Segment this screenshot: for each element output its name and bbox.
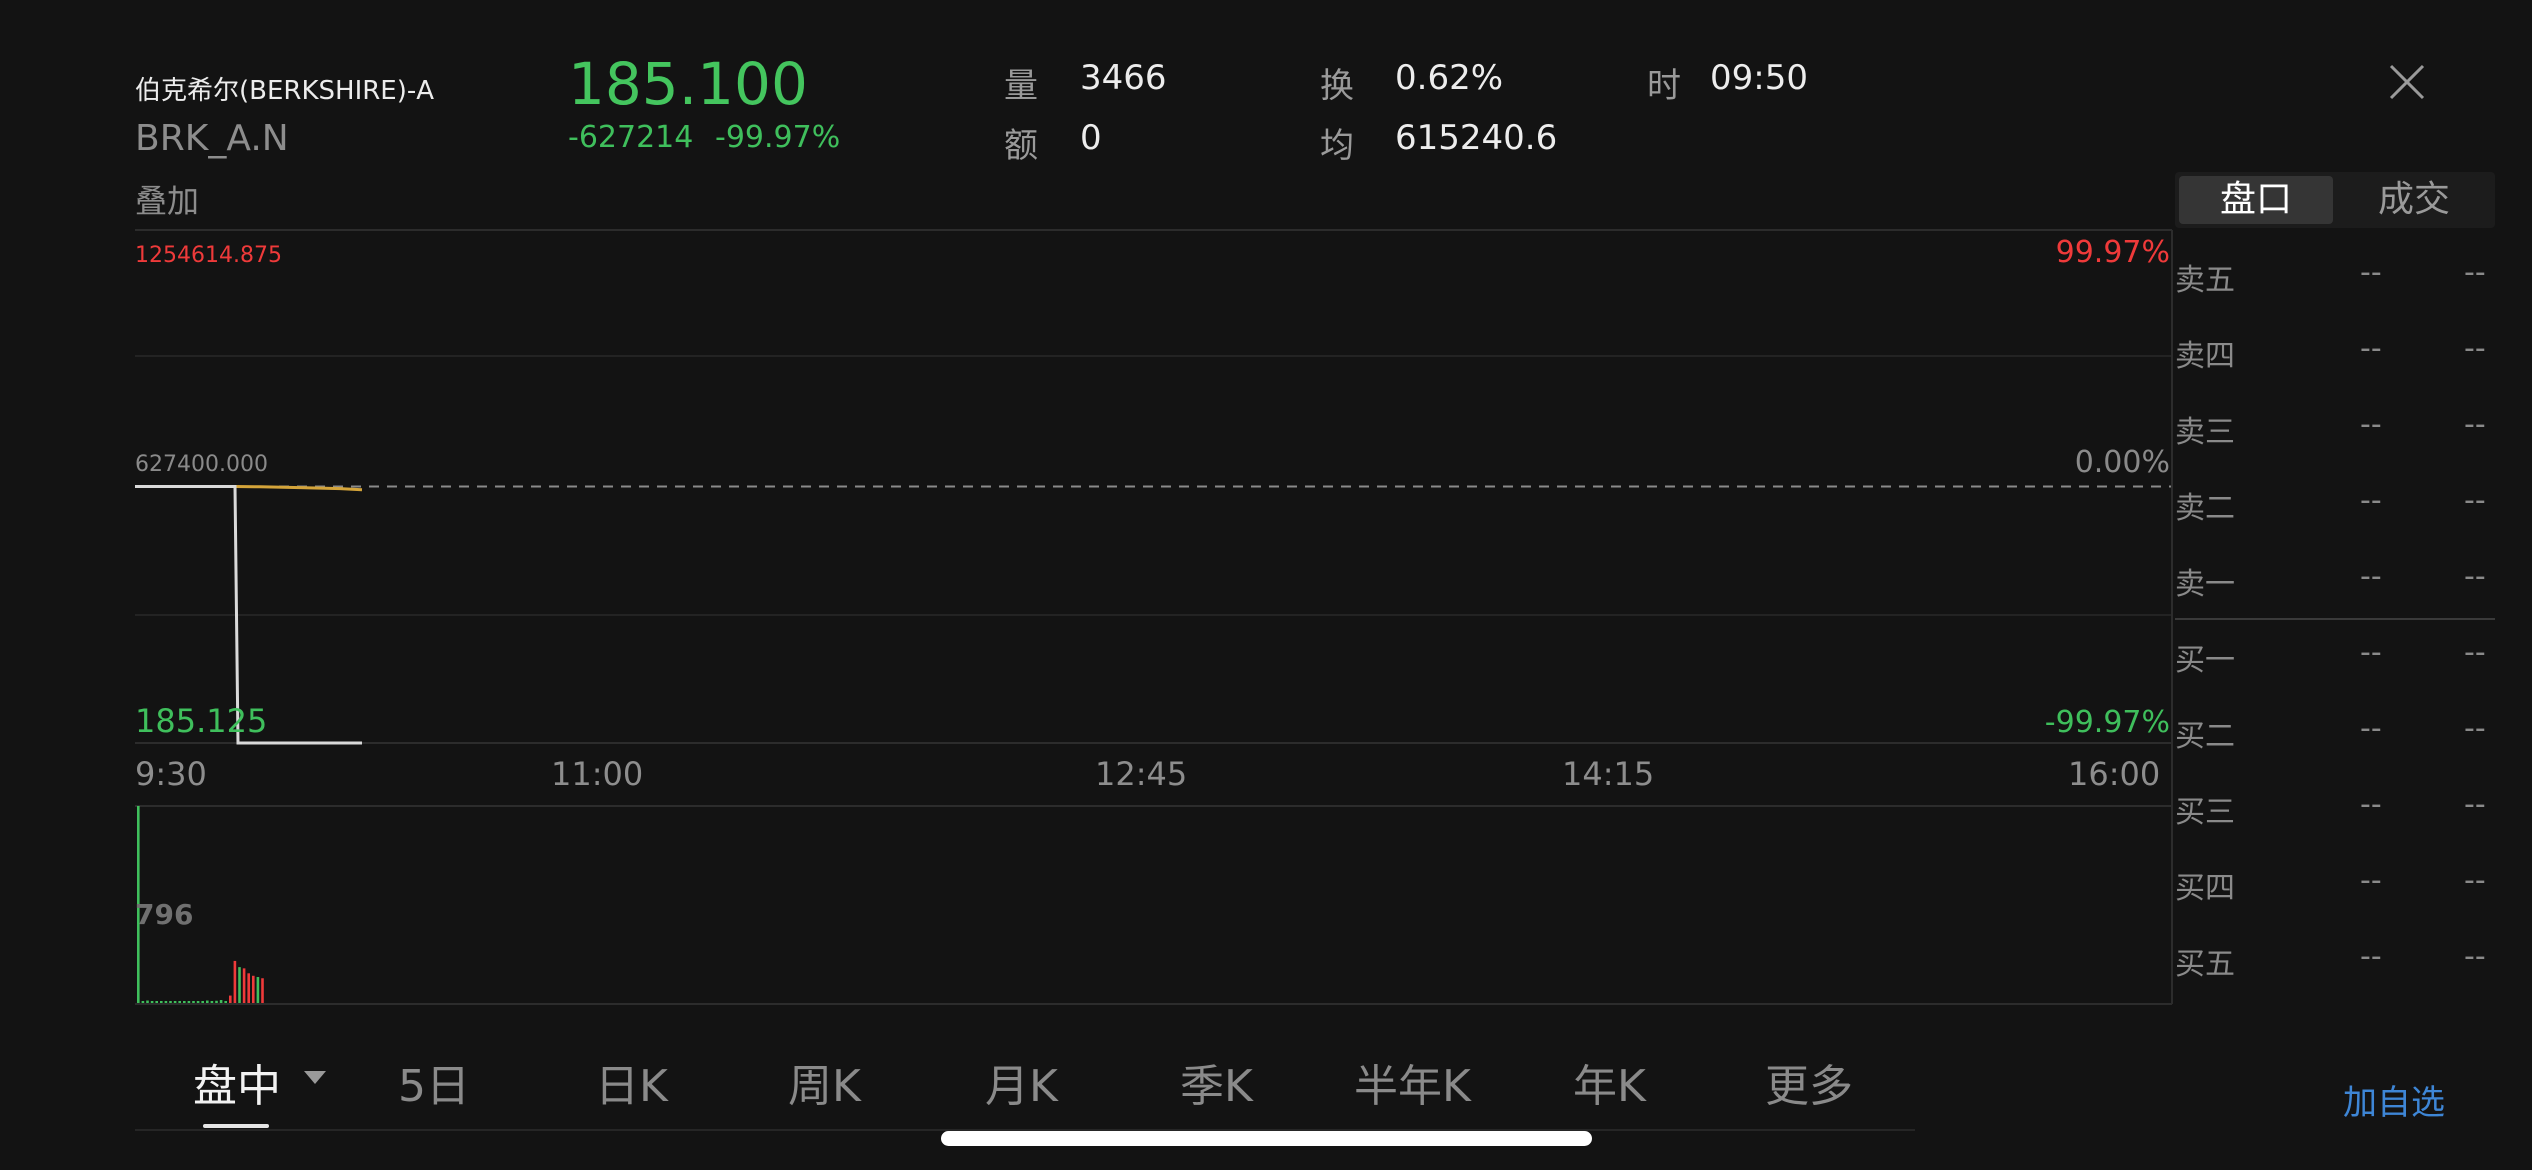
chevron-down-icon[interactable]: [304, 1071, 326, 1084]
volume-bar: [224, 1001, 227, 1003]
ask-label: 卖二: [2175, 491, 2235, 526]
home-indicator[interactable]: [941, 1131, 1592, 1146]
volume-bar: [146, 1000, 149, 1003]
volume-bar: [187, 1001, 191, 1003]
x-tick-label: 16:00: [2068, 755, 2161, 793]
volume-bar: [238, 967, 241, 1003]
bid-price: --: [2360, 863, 2382, 898]
bid-volume: --: [2464, 635, 2486, 670]
bid-label: 买三: [2175, 795, 2235, 830]
ask-price: --: [2360, 559, 2382, 594]
period-tab-more[interactable]: 更多: [1765, 1050, 1853, 1114]
volume-bar: [178, 1001, 181, 1003]
period-tab-5day[interactable]: 5日: [398, 1050, 470, 1114]
volume-bar: [261, 978, 264, 1003]
period-tab-daily[interactable]: 日K: [595, 1050, 668, 1114]
volume-bar: [201, 1001, 204, 1003]
ask-label: 卖一: [2175, 567, 2235, 602]
volume-bar: [196, 1001, 200, 1003]
volume-bar: [150, 1001, 154, 1003]
ask-label: 卖四: [2175, 339, 2235, 374]
pct-mid-label: 0.00%: [2074, 445, 2170, 480]
x-tick-label: 9:30: [135, 755, 207, 793]
ask-row: 卖二 -- --: [2175, 483, 2495, 526]
ask-volume: --: [2464, 483, 2486, 518]
period-tab-monthly[interactable]: 月K: [985, 1050, 1058, 1114]
period-tab-yearly[interactable]: 年K: [1573, 1050, 1646, 1114]
period-tab-weekly[interactable]: 周K: [788, 1050, 861, 1114]
volume-bar: [247, 973, 250, 1003]
ask-volume: --: [2464, 559, 2486, 594]
tab-orderbook[interactable]: 盘口: [2179, 176, 2333, 224]
ask-price: --: [2360, 407, 2382, 442]
bid-price: --: [2360, 635, 2382, 670]
bid-row: 买一 -- --: [2175, 635, 2495, 678]
period-tab-intraday[interactable]: 盘中: [193, 1050, 281, 1114]
active-period-underline: [203, 1124, 269, 1128]
volume-bar: [183, 1001, 186, 1003]
volume-bar: [256, 977, 260, 1003]
x-tick-label: 11:00: [551, 755, 644, 793]
bid-row: 买五 -- --: [2175, 939, 2495, 982]
ask-label: 卖五: [2175, 263, 2235, 298]
bid-row: 买三 -- --: [2175, 787, 2495, 830]
volume-bar: [229, 995, 232, 1003]
volume-bar: [173, 1001, 177, 1003]
bid-label: 买四: [2175, 871, 2235, 906]
volume-bar: [160, 1001, 163, 1003]
period-tab-halfyear[interactable]: 半年K: [1354, 1050, 1471, 1114]
ask-row: 卖三 -- --: [2175, 407, 2495, 450]
bid-volume: --: [2464, 863, 2486, 898]
chart-grid: [135, 229, 2173, 1005]
add-to-watchlist-button[interactable]: 加自选: [2343, 1075, 2445, 1124]
ask-price: --: [2360, 255, 2382, 290]
orderbook-tabs: 盘口 成交: [2175, 172, 2495, 228]
period-tab-quarterly[interactable]: 季K: [1180, 1050, 1253, 1114]
ask-price: --: [2360, 483, 2382, 518]
y-min-label: 185.125: [135, 702, 268, 740]
ask-row: 卖五 -- --: [2175, 255, 2495, 298]
bid-price: --: [2360, 939, 2382, 974]
orderbook-divider: [2175, 618, 2495, 620]
ask-label: 卖三: [2175, 415, 2235, 450]
bid-label: 买一: [2175, 643, 2235, 678]
ask-volume: --: [2464, 255, 2486, 290]
y-max-label: 1254614.875: [135, 243, 282, 268]
volume-bar: [155, 1001, 158, 1003]
volume-bar: [215, 1000, 218, 1003]
volume-bar: [219, 1000, 223, 1003]
ask-volume: --: [2464, 331, 2486, 366]
ask-row: 卖四 -- --: [2175, 331, 2495, 374]
bid-volume: --: [2464, 711, 2486, 746]
bid-price: --: [2360, 711, 2382, 746]
volume-max-label: 796: [135, 898, 194, 931]
volume-bar: [169, 1001, 172, 1003]
volume-bar: [164, 1001, 168, 1003]
volume-bar: [206, 1000, 209, 1003]
x-tick-label: 14:15: [1562, 755, 1655, 793]
ask-volume: --: [2464, 407, 2486, 442]
tab-trades[interactable]: 成交: [2337, 176, 2491, 224]
bid-price: --: [2360, 787, 2382, 822]
volume-bar: [233, 960, 237, 1003]
volume-bar: [141, 1001, 145, 1003]
volume-bar: [252, 975, 255, 1003]
volume-bar: [242, 968, 246, 1003]
pct-max-label: 99.97%: [2055, 235, 2170, 270]
bid-label: 买二: [2175, 719, 2235, 754]
ask-row: 卖一 -- --: [2175, 559, 2495, 602]
bid-row: 买二 -- --: [2175, 711, 2495, 754]
y-mid-label: 627400.000: [135, 452, 268, 477]
x-tick-label: 12:45: [1095, 755, 1188, 793]
bid-volume: --: [2464, 787, 2486, 822]
intraday-chart: [135, 229, 2173, 1005]
pct-min-label: -99.97%: [2044, 705, 2170, 740]
ask-price: --: [2360, 331, 2382, 366]
volume-bar: [192, 1001, 195, 1003]
bid-volume: --: [2464, 939, 2486, 974]
bid-row: 买四 -- --: [2175, 863, 2495, 906]
bid-label: 买五: [2175, 947, 2235, 982]
volume-bar: [210, 1001, 214, 1003]
